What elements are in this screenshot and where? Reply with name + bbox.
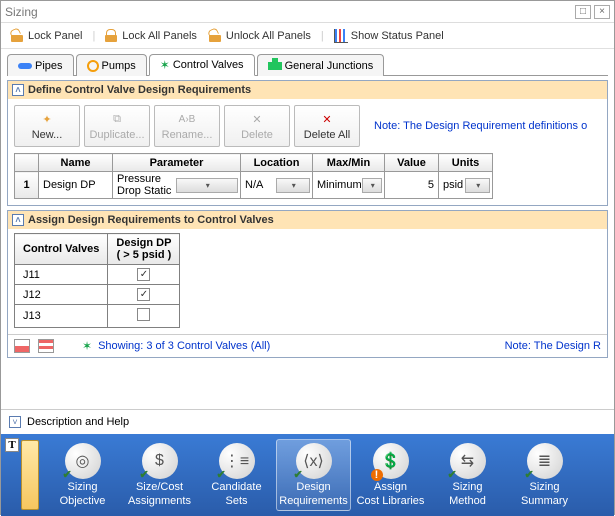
show-status-button[interactable]: Show Status Panel xyxy=(330,27,448,45)
lock-open-icon xyxy=(209,29,223,43)
window-title: Sizing xyxy=(5,5,572,19)
showing-label: Showing: 3 of 3 Control Valves (All) xyxy=(98,340,489,352)
collapse-icon[interactable]: ˄ xyxy=(12,214,24,226)
definitions-note: Note: The Design Requirement definitions… xyxy=(374,120,587,132)
assign-row[interactable]: J13 xyxy=(15,305,180,328)
checkbox[interactable]: ✓ xyxy=(137,288,150,301)
col-name[interactable]: Name xyxy=(39,154,113,172)
grid-view-icon[interactable] xyxy=(14,339,30,353)
col-control-valves[interactable]: Control Valves xyxy=(15,234,108,265)
checkbox[interactable] xyxy=(137,308,150,321)
section-title: Define Control Valve Design Requirements xyxy=(28,84,251,96)
col-location[interactable]: Location xyxy=(241,154,313,172)
col-parameter[interactable]: Parameter xyxy=(113,154,241,172)
ribbon-method[interactable]: ⇆SizingMethod xyxy=(430,439,505,511)
ribbon-objective[interactable]: ◎SizingObjective xyxy=(45,439,120,511)
bottom-ribbon: T ◎SizingObjective$Size/CostAssignments⋮… xyxy=(1,434,614,516)
new-button[interactable]: ✦New... xyxy=(14,105,80,147)
ribbon-icon: 💲 xyxy=(373,443,409,479)
grid-view-icon-2[interactable] xyxy=(38,339,54,353)
ribbon-candidate[interactable]: ⋮≡CandidateSets xyxy=(199,439,274,511)
lock-open-icon xyxy=(11,29,25,43)
parameter-cell[interactable]: Pressure Drop Static▾ xyxy=(113,172,241,199)
ribbon-sizecost[interactable]: $Size/CostAssignments xyxy=(122,439,197,511)
expand-icon[interactable]: ˅ xyxy=(9,416,21,428)
assign-requirements-section: ˄ Assign Design Requirements to Control V… xyxy=(7,210,608,358)
delete-button[interactable]: ✕Delete xyxy=(224,105,290,147)
chevron-down-icon[interactable]: ▾ xyxy=(362,178,382,193)
maximize-button[interactable]: □ xyxy=(575,5,591,19)
assign-row[interactable]: J12✓ xyxy=(15,285,180,305)
chevron-down-icon[interactable]: ▾ xyxy=(176,178,239,193)
lock-panel-button[interactable]: Lock Panel xyxy=(7,27,86,45)
ribbon-icon: ⋮≡ xyxy=(219,443,255,479)
description-help[interactable]: ˅ Description and Help xyxy=(1,409,614,434)
valve-icon: ✶ xyxy=(82,339,92,353)
title-bar: Sizing □ × xyxy=(1,1,614,23)
requirements-grid: Name Parameter Location Max/Min Value Un… xyxy=(14,153,493,199)
junction-icon xyxy=(268,62,282,70)
checkbox[interactable]: ✓ xyxy=(137,268,150,281)
ribbon-design[interactable]: ⟨x⟩DesignRequirements xyxy=(276,439,351,511)
valve-icon: ✶ xyxy=(160,58,170,72)
location-cell[interactable]: N/A▾ xyxy=(241,172,313,199)
side-tab[interactable] xyxy=(21,440,39,510)
text-tool-button[interactable]: T xyxy=(5,438,19,452)
chevron-down-icon[interactable]: ▾ xyxy=(465,178,491,193)
lock-all-button[interactable]: Lock All Panels xyxy=(101,27,201,45)
tab-pumps[interactable]: Pumps xyxy=(76,54,147,76)
delete-all-button[interactable]: ✕Delete All xyxy=(294,105,360,147)
assign-grid: Control Valves Design DP( > 5 psid ) J11… xyxy=(14,233,180,328)
description-label: Description and Help xyxy=(27,416,129,428)
units-cell[interactable]: psid▾ xyxy=(439,172,493,199)
section-title: Assign Design Requirements to Control Va… xyxy=(28,214,274,226)
rename-button[interactable]: A›BRename... xyxy=(154,105,220,147)
tab-pipes[interactable]: Pipes xyxy=(7,54,74,76)
col-design-dp[interactable]: Design DP( > 5 psid ) xyxy=(108,234,180,265)
col-value[interactable]: Value xyxy=(385,154,439,172)
maxmin-cell[interactable]: Minimum▾ xyxy=(313,172,385,199)
ribbon-assign[interactable]: 💲AssignCost Libraries xyxy=(353,439,428,511)
status-icon xyxy=(334,29,348,43)
collapse-icon[interactable]: ˄ xyxy=(12,84,24,96)
lock-icon xyxy=(105,29,119,43)
ribbon-summary[interactable]: ≣SizingSummary xyxy=(507,439,582,511)
toolbar: Lock Panel | Lock All Panels Unlock All … xyxy=(1,23,614,49)
tab-strip: Pipes Pumps ✶Control Valves General Junc… xyxy=(7,53,608,76)
name-cell[interactable]: Design DP xyxy=(39,172,113,199)
value-cell[interactable]: 5 xyxy=(385,172,439,199)
chevron-down-icon[interactable]: ▾ xyxy=(276,178,311,193)
pipe-icon xyxy=(18,63,32,69)
ribbon-icon: ⟨x⟩ xyxy=(296,443,332,479)
ribbon-icon: ≣ xyxy=(527,443,563,479)
duplicate-button[interactable]: ⧉Duplicate... xyxy=(84,105,150,147)
ribbon-icon: ⇆ xyxy=(450,443,486,479)
ribbon-icon: $ xyxy=(142,443,178,479)
tab-general-junctions[interactable]: General Junctions xyxy=(257,54,385,76)
assign-note: Note: The Design R xyxy=(505,340,601,352)
col-maxmin[interactable]: Max/Min xyxy=(313,154,385,172)
ribbon-icon: ◎ xyxy=(65,443,101,479)
table-row[interactable]: 1 Design DP Pressure Drop Static▾ N/A▾ M… xyxy=(15,172,493,199)
tab-control-valves[interactable]: ✶Control Valves xyxy=(149,54,255,76)
close-button[interactable]: × xyxy=(594,5,610,19)
define-requirements-section: ˄ Define Control Valve Design Requirement… xyxy=(7,80,608,206)
assign-row[interactable]: J11✓ xyxy=(15,265,180,285)
pump-icon xyxy=(87,60,99,72)
col-units[interactable]: Units xyxy=(439,154,493,172)
unlock-all-button[interactable]: Unlock All Panels xyxy=(205,27,315,45)
